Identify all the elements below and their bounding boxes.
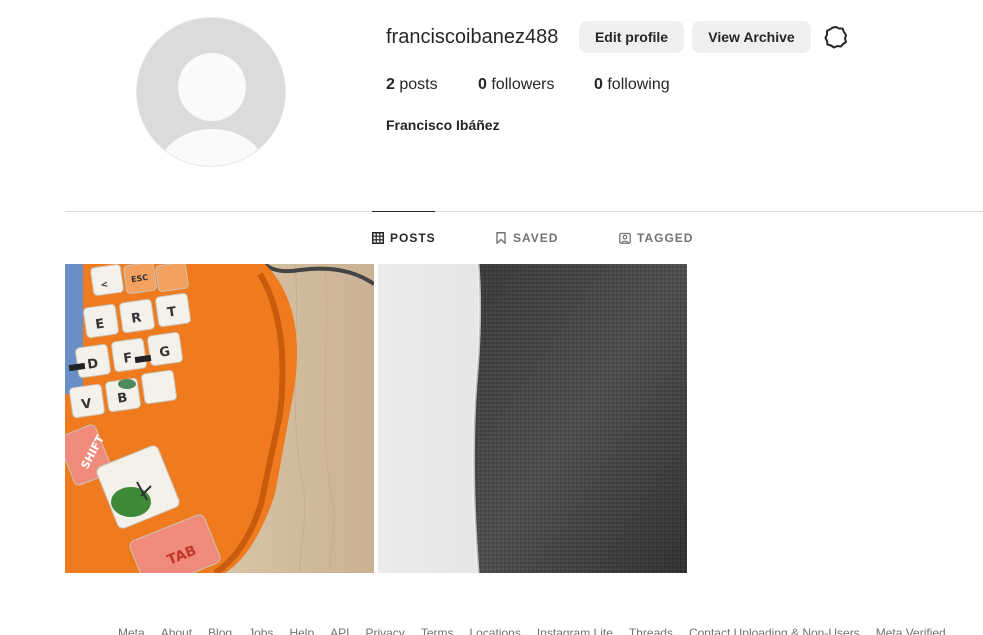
footer-link[interactable]: Locations (469, 626, 520, 635)
profile-avatar[interactable] (136, 17, 286, 167)
svg-text:B: B (117, 390, 129, 406)
footer-link[interactable]: Privacy (365, 626, 404, 635)
tab-tagged[interactable]: TAGGED (619, 231, 693, 245)
followers-count-value: 0 (478, 76, 487, 93)
post-thumbnail-keyboard[interactable]: < ESC E R T D F G V B SHIFT TAB (65, 264, 374, 573)
tab-posts-label: POSTS (390, 231, 436, 245)
footer-link[interactable]: Jobs (248, 626, 273, 635)
tag-person-icon (619, 232, 631, 244)
bookmark-icon (496, 232, 506, 244)
profile-full-name: Francisco Ibáñez (386, 117, 500, 133)
posts-count-label: posts (399, 76, 438, 93)
tab-tagged-label: TAGGED (637, 231, 694, 245)
following-count-value: 0 (594, 76, 603, 93)
posts-count: 2 posts (386, 76, 438, 94)
gear-icon[interactable] (824, 25, 848, 49)
tab-saved-label: SAVED (513, 231, 559, 245)
footer-link[interactable]: Meta Verified (876, 626, 946, 635)
footer-link[interactable]: Blog (208, 626, 232, 635)
footer-links: Meta About Blog Jobs Help API Privacy Te… (118, 626, 946, 635)
svg-text:R: R (130, 310, 142, 326)
tab-posts[interactable]: POSTS (372, 231, 436, 245)
footer-link[interactable]: Help (289, 626, 314, 635)
avatar-shoulders (159, 129, 265, 166)
active-tab-indicator (372, 211, 435, 212)
footer-link[interactable]: Meta (118, 626, 145, 635)
grid-icon (372, 232, 384, 244)
footer-link[interactable]: Contact Uploading & Non-Users (689, 626, 860, 635)
posts-count-value: 2 (386, 76, 395, 93)
profile-username: franciscoibanez488 (386, 26, 559, 48)
following-count-label: following (607, 76, 670, 93)
svg-text:<: < (100, 280, 109, 291)
edit-profile-button[interactable]: Edit profile (579, 21, 684, 53)
tab-saved[interactable]: SAVED (495, 231, 558, 245)
footer-link[interactable]: Threads (629, 626, 673, 635)
keyboard-photo: < ESC E R T D F G V B SHIFT TAB (65, 264, 374, 573)
svg-text:V: V (81, 396, 93, 412)
following-count[interactable]: 0 following (594, 76, 670, 94)
followers-count[interactable]: 0 followers (478, 76, 555, 94)
fabric-photo (378, 264, 687, 573)
svg-text:G: G (159, 344, 172, 360)
footer-link[interactable]: API (330, 626, 349, 635)
footer-link[interactable]: Terms (421, 626, 454, 635)
followers-count-label: followers (491, 76, 555, 93)
tabs-divider (65, 211, 983, 212)
view-archive-button[interactable]: View Archive (692, 21, 811, 53)
post-thumbnail-fabric[interactable] (378, 264, 687, 573)
footer-link[interactable]: About (161, 626, 192, 635)
footer-link[interactable]: Instagram Lite (537, 626, 613, 635)
avatar-head (178, 53, 246, 121)
